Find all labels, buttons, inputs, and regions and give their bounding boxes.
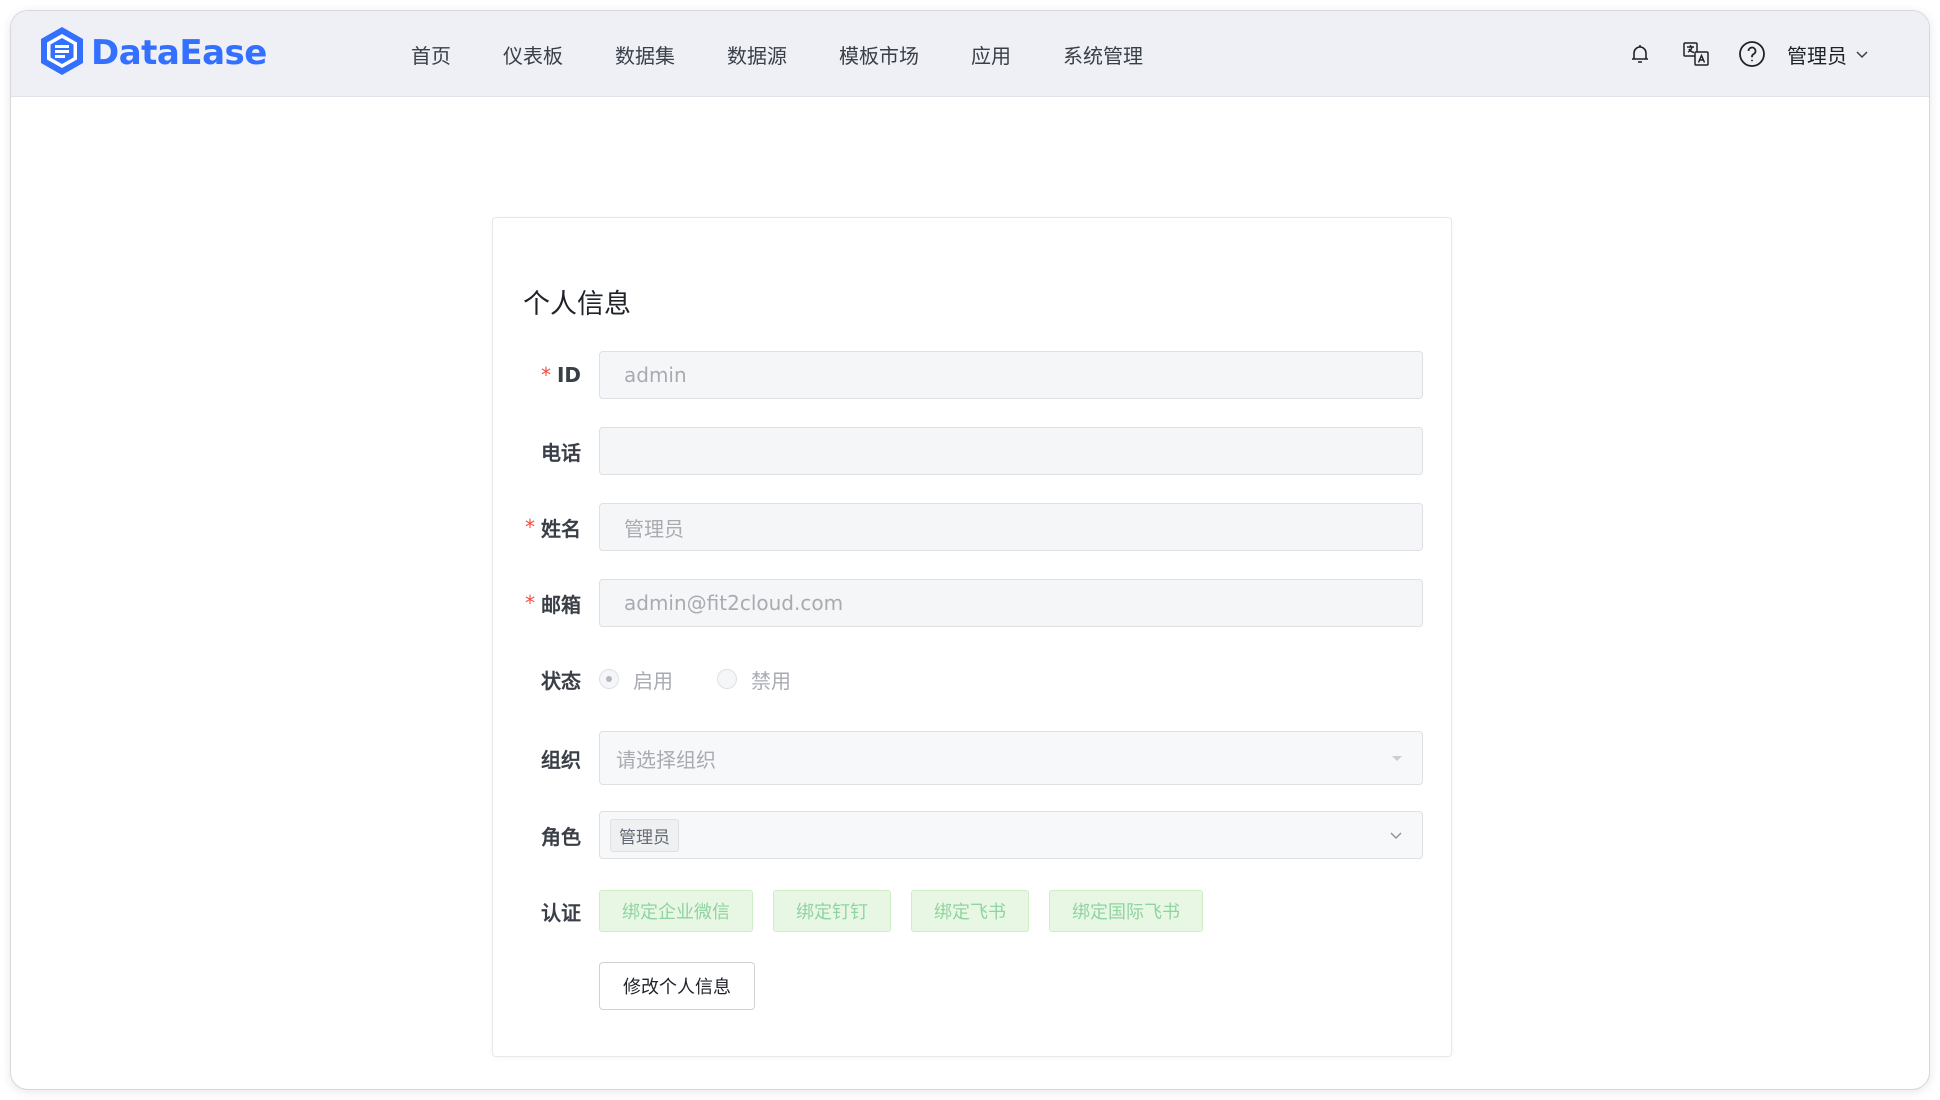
logo-text: DataEase bbox=[91, 33, 267, 73]
org-select[interactable]: 请选择组织 bbox=[599, 731, 1423, 785]
main-nav: 首页 仪表板 数据集 数据源 模板市场 应用 系统管理 bbox=[411, 11, 1195, 97]
id-value: admin bbox=[624, 363, 687, 387]
form-row-role: 角色 管理员 bbox=[493, 811, 1451, 859]
language-icon[interactable] bbox=[1681, 39, 1711, 69]
status-option-label: 启用 bbox=[633, 668, 673, 693]
role-tag: 管理员 bbox=[610, 818, 679, 852]
email-value: admin@fit2cloud.com bbox=[624, 591, 844, 615]
chevron-down-icon bbox=[1388, 812, 1404, 858]
radio-checked-icon bbox=[599, 669, 619, 689]
nav-item-system-admin[interactable]: 系统管理 bbox=[1063, 40, 1143, 69]
auth-label: 认证 bbox=[541, 887, 581, 935]
bind-lark-button[interactable]: 绑定国际飞书 bbox=[1049, 890, 1203, 932]
update-profile-button[interactable]: 修改个人信息 bbox=[599, 962, 755, 1010]
role-select[interactable]: 管理员 bbox=[599, 811, 1423, 859]
page-title: 个人信息 bbox=[523, 289, 631, 320]
bind-wecom-button[interactable]: 绑定企业微信 bbox=[599, 890, 753, 932]
phone-field[interactable] bbox=[599, 427, 1423, 475]
status-option-label: 禁用 bbox=[751, 668, 791, 693]
form-row-org: 组织 请选择组织 bbox=[493, 731, 1451, 785]
role-label: 角色 bbox=[541, 811, 581, 859]
form-row-submit: 修改个人信息 bbox=[493, 962, 1451, 1010]
bind-dingtalk-button[interactable]: 绑定钉钉 bbox=[773, 890, 891, 932]
nav-item-template-market[interactable]: 模板市场 bbox=[839, 40, 919, 69]
required-mark: * bbox=[540, 363, 551, 387]
name-label-text: 姓名 bbox=[541, 516, 581, 541]
email-field[interactable]: admin@fit2cloud.com bbox=[599, 579, 1423, 627]
org-label-text: 组织 bbox=[541, 747, 581, 772]
auth-label-text: 认证 bbox=[541, 900, 581, 925]
nav-item-home[interactable]: 首页 bbox=[411, 40, 451, 69]
role-label-text: 角色 bbox=[541, 824, 581, 849]
radio-unchecked-icon bbox=[717, 669, 737, 689]
app-window: DataEase 首页 仪表板 数据集 数据源 模板市场 应用 系统管理 管理员… bbox=[10, 10, 1930, 1090]
org-placeholder: 请选择组织 bbox=[616, 747, 716, 772]
nav-item-dataset[interactable]: 数据集 bbox=[615, 40, 675, 69]
form-row-email: * 邮箱 admin@fit2cloud.com bbox=[493, 579, 1451, 627]
form-row-status: 状态 启用 禁用 bbox=[493, 655, 1451, 703]
name-field[interactable]: 管理员 bbox=[599, 503, 1423, 551]
dataease-logo-icon bbox=[37, 25, 87, 81]
bell-icon[interactable] bbox=[1625, 39, 1655, 69]
required-mark: * bbox=[525, 515, 535, 539]
chevron-down-icon bbox=[1847, 42, 1869, 66]
name-label: * 姓名 bbox=[525, 503, 581, 551]
status-radio-disabled[interactable]: 禁用 bbox=[717, 665, 791, 694]
email-label-text: 邮箱 bbox=[541, 592, 581, 617]
phone-label: 电话 bbox=[541, 427, 581, 475]
nav-item-dashboard[interactable]: 仪表板 bbox=[503, 40, 563, 69]
status-label: 状态 bbox=[541, 655, 581, 703]
auth-bind-buttons: 绑定企业微信 绑定钉钉 绑定飞书 绑定国际飞书 bbox=[599, 887, 1223, 935]
org-label: 组织 bbox=[541, 731, 581, 785]
status-radio-enabled[interactable]: 启用 bbox=[599, 665, 673, 694]
required-mark: * bbox=[525, 591, 535, 615]
nav-item-apps[interactable]: 应用 bbox=[971, 40, 1011, 69]
profile-card: 个人信息 * ID admin 电话 * 姓名 管理员 * 邮箱 admin@f… bbox=[492, 217, 1452, 1057]
email-label: * 邮箱 bbox=[525, 579, 581, 627]
nav-item-datasource[interactable]: 数据源 bbox=[727, 40, 787, 69]
form-row-auth: 认证 绑定企业微信 绑定钉钉 绑定飞书 绑定国际飞书 bbox=[493, 887, 1451, 935]
user-menu[interactable]: 管理员 bbox=[1787, 40, 1869, 69]
bind-feishu-button[interactable]: 绑定飞书 bbox=[911, 890, 1029, 932]
status-radio-group: 启用 禁用 bbox=[599, 655, 835, 703]
form-row-phone: 电话 bbox=[493, 427, 1451, 475]
help-icon[interactable] bbox=[1737, 39, 1767, 69]
caret-down-icon bbox=[1390, 732, 1404, 784]
status-label-text: 状态 bbox=[541, 668, 581, 693]
id-label-text: ID bbox=[556, 363, 581, 387]
id-field[interactable]: admin bbox=[599, 351, 1423, 399]
header-actions: 管理员 bbox=[1599, 11, 1869, 97]
top-header: DataEase 首页 仪表板 数据集 数据源 模板市场 应用 系统管理 管理员 bbox=[11, 11, 1929, 97]
id-label: * ID bbox=[541, 351, 581, 399]
user-name: 管理员 bbox=[1787, 43, 1847, 68]
logo[interactable]: DataEase bbox=[37, 27, 267, 79]
name-value: 管理员 bbox=[624, 516, 684, 541]
form-row-id: * ID admin bbox=[493, 351, 1451, 399]
form-row-name: * 姓名 管理员 bbox=[493, 503, 1451, 551]
phone-label-text: 电话 bbox=[541, 440, 581, 465]
